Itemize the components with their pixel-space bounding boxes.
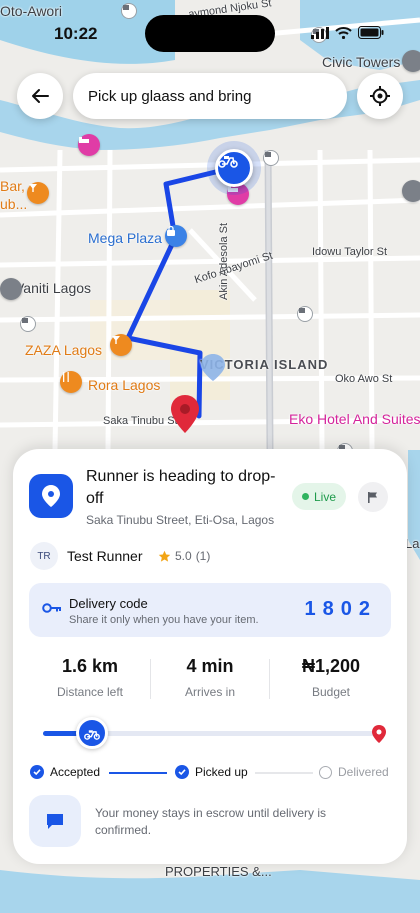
- map-label-akin-adesola: Akin Adesola St: [218, 222, 230, 300]
- runner-name: Test Runner: [67, 548, 143, 564]
- key-icon: [42, 603, 61, 613]
- report-button[interactable]: [358, 482, 388, 512]
- delivery-status-sheet: Runner is heading to drop-off Saka Tinub…: [13, 449, 407, 864]
- map-label-zaza-lagos: ZAZA Lagos: [25, 342, 103, 358]
- runner-avatar: TR: [30, 542, 58, 570]
- location-pin-icon: [42, 485, 60, 507]
- stat-budget-label: Budget: [311, 685, 351, 699]
- flag-icon: [368, 491, 377, 503]
- stat-eta-label: Arrives in: [184, 685, 235, 699]
- bar-icon[interactable]: [110, 334, 132, 356]
- stat-budget-value: ₦1,200: [301, 656, 361, 676]
- step-connector: [255, 772, 313, 774]
- rating-value: 5.0: [175, 549, 192, 563]
- live-badge: Live: [292, 483, 347, 510]
- status-title: Runner is heading to drop-off: [86, 468, 276, 507]
- map-label-properties: PROPERTIES &...: [165, 864, 272, 879]
- bus-stop-icon: [263, 150, 279, 166]
- stat-budget: ₦1,200 Budget: [272, 656, 390, 699]
- stat-distance: 1.6 km Distance left: [31, 656, 149, 699]
- battery-icon: [358, 26, 384, 44]
- stat-divider: [269, 659, 270, 699]
- stat-distance-label: Distance left: [56, 685, 124, 699]
- progress-scooter-icon: [76, 717, 108, 749]
- delivery-code-card: Delivery code Share it only when you hav…: [29, 583, 391, 637]
- back-button[interactable]: [17, 73, 63, 119]
- check-icon: [30, 765, 44, 779]
- chat-button[interactable]: [29, 795, 81, 847]
- step-picked-up: Picked up: [175, 765, 248, 779]
- dropoff-address: Saka Tinubu Street, Eti-Osa, Lagos: [86, 513, 275, 527]
- map-label-eko-hotel: Eko Hotel And Suites: [289, 411, 420, 427]
- live-label: Live: [314, 489, 337, 504]
- restaurant-icon[interactable]: [60, 371, 82, 393]
- stat-eta: 4 min Arrives in: [151, 656, 269, 699]
- place-icon[interactable]: [402, 180, 420, 202]
- map-label-oko-awo: Oko Awo St: [335, 373, 393, 385]
- delivery-code-value: 1802: [304, 598, 377, 620]
- map-label-rora-lagos: Rora Lagos: [88, 377, 161, 393]
- dynamic-island: [145, 15, 275, 52]
- pending-circle-icon: [319, 765, 332, 779]
- task-search-text: Pick up glaass and bring: [88, 87, 252, 105]
- signal-icon: [311, 26, 329, 44]
- map-label-idowu-taylor: Idowu Taylor St: [312, 246, 388, 258]
- bus-stop-icon: [20, 316, 36, 332]
- step-accepted: Accepted: [30, 765, 100, 779]
- progress-destination-pin-icon: [371, 724, 387, 749]
- wifi-icon: [335, 26, 352, 44]
- map-label-saka-tinubu: Saka Tinubu St: [103, 415, 178, 427]
- map-label-bar-2: ub...: [0, 196, 28, 212]
- status-tile: [29, 474, 73, 518]
- step-connector: [109, 772, 167, 774]
- rider-scooter-icon[interactable]: [215, 149, 253, 187]
- place-icon[interactable]: [0, 278, 22, 300]
- map-label-la: La: [405, 536, 420, 551]
- escrow-note: Your money stays in escrow until deliver…: [95, 806, 326, 837]
- map-label-vaniti-lagos: Vaniti Lagos: [15, 280, 92, 296]
- step-accepted-label: Accepted: [50, 765, 101, 779]
- stat-distance-value: 1.6 km: [61, 656, 119, 676]
- map-label-bar: Bar,: [0, 178, 25, 194]
- step-delivered-label: Delivered: [338, 765, 389, 779]
- step-picked-up-label: Picked up: [195, 765, 248, 779]
- runner-rating: 5.0 (1): [158, 549, 210, 563]
- stat-eta-value: 4 min: [186, 656, 234, 676]
- crosshair-icon: [370, 86, 390, 106]
- arrow-left-icon: [32, 89, 49, 103]
- step-delivered: Delivered: [319, 765, 389, 779]
- check-icon: [175, 765, 189, 779]
- rating-count: (1): [195, 549, 211, 563]
- status-time: 10:22: [54, 24, 98, 43]
- live-dot-icon: [302, 493, 309, 500]
- delivery-code-title: Delivery code: [69, 596, 148, 611]
- chat-bubble-icon: [47, 814, 63, 829]
- recenter-button[interactable]: [357, 73, 403, 119]
- bar-icon[interactable]: [27, 182, 49, 204]
- delivery-code-subtitle: Share it only when you have your item.: [69, 614, 259, 626]
- bus-stop-icon: [297, 306, 313, 322]
- star-icon: [158, 550, 171, 562]
- task-search-field[interactable]: Pick up glaass and bring: [73, 73, 347, 119]
- shopping-icon[interactable]: [165, 225, 187, 247]
- hotel-icon[interactable]: [78, 134, 100, 156]
- map-label-mega-plaza: Mega Plaza: [88, 230, 162, 246]
- status-bar: 10:22: [0, 0, 420, 60]
